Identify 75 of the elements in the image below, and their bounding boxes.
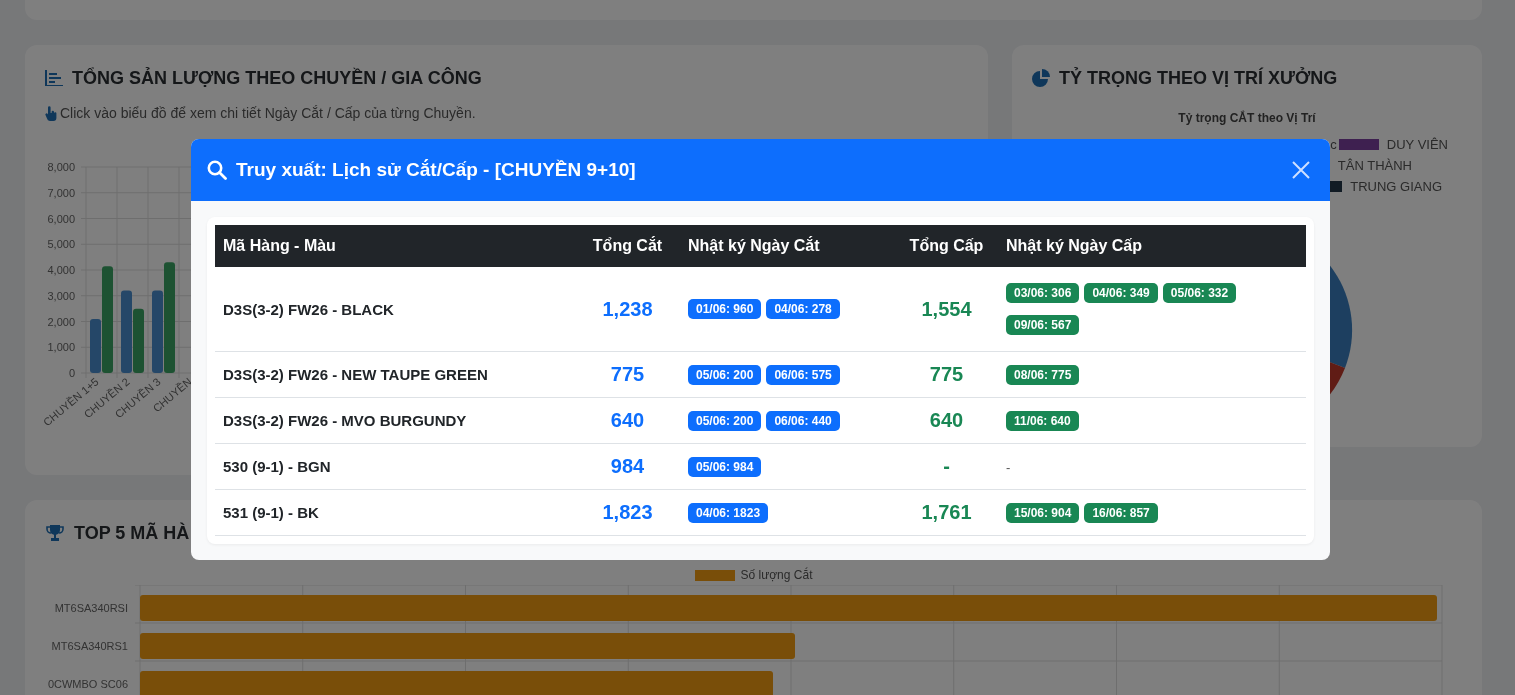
- empty-value: -: [1006, 459, 1011, 475]
- bar[interactable]: [152, 290, 163, 373]
- table-cell: -: [895, 443, 998, 490]
- axis-tick-label: 0: [68, 367, 75, 379]
- table-cell: 775: [895, 351, 998, 398]
- table-cell: 1,761: [895, 489, 998, 536]
- hint-text: Click vào biểu đồ để xem chi tiết Ngày Cắt / Cấp của từng Chuyền.: [60, 105, 476, 121]
- card-title: TOP 5 MÃ HÀ: [74, 522, 190, 544]
- bar[interactable]: [90, 318, 101, 373]
- legend-label: TRUNG GIANG: [1350, 179, 1442, 194]
- date-badge: 16/06: 857: [1084, 502, 1158, 523]
- axis-tick-label: 7,000: [47, 186, 75, 199]
- bar[interactable]: [102, 266, 113, 373]
- bar[interactable]: [121, 290, 132, 373]
- table-cell: 1,823: [575, 489, 680, 536]
- pie-chart-icon: [1032, 69, 1050, 87]
- column-header: Tổng Cấp: [895, 225, 998, 267]
- table-cell: D3S(3-2) FW26 - MVO BURGUNDY: [215, 397, 575, 444]
- bar[interactable]: [140, 595, 1437, 621]
- column-header: Mã Hàng - Màu: [215, 225, 575, 267]
- date-badge: 04/06: 278: [766, 299, 840, 319]
- date-badge: 05/06: 332: [1162, 283, 1237, 303]
- axis-tick-label: 4,000: [47, 264, 75, 276]
- table-cell: 775: [575, 351, 680, 398]
- trophy-icon: [45, 524, 65, 542]
- axis-tick-label: 6,000: [47, 212, 75, 225]
- date-badge: 06/06: 440: [766, 410, 840, 431]
- axis-tick-label: 2,000: [47, 315, 75, 328]
- axis-tick-label: 8,000: [47, 161, 75, 173]
- date-badge: 01/06: 960: [688, 299, 762, 319]
- axis-tick-label: 5,000: [47, 238, 75, 251]
- date-badge: 04/06: 349: [1084, 283, 1158, 303]
- date-badge: 04/06: 1823: [688, 502, 769, 523]
- bar[interactable]: [140, 633, 795, 659]
- column-header: Tổng Cắt: [575, 225, 680, 267]
- axis-category-label: MT6SA340RSI: [54, 602, 128, 614]
- column-header: Nhật ký Ngày Cắt: [680, 225, 895, 267]
- legend-swatch: [694, 569, 735, 581]
- date-badge: 09/06: 567: [1006, 315, 1080, 335]
- modal-title: Truy xuất: Lịch sử Cắt/Cấp - [CHUYỀN 9+10]: [236, 159, 636, 181]
- chart-title: Tỷ trọng CẮT theo Vị Trí: [1177, 111, 1317, 125]
- bar[interactable]: [164, 262, 175, 373]
- axis-category-label: MT6SA340RS1: [51, 640, 128, 652]
- search-icon: [207, 160, 227, 180]
- pointing-hand-icon: [45, 105, 57, 121]
- date-badge: 05/06: 984: [688, 456, 762, 477]
- date-badge: 15/06: 904: [1006, 502, 1080, 523]
- legend-label: DUY VIÊN: [1386, 137, 1448, 152]
- table-cell: 531 (9-1) - BK: [215, 489, 575, 536]
- table-cell: 530 (9-1) - BGN: [215, 443, 575, 490]
- card-title: TỶ TRỌNG THEO VỊ TRÍ XƯỞNG: [1059, 67, 1338, 89]
- legend-label: TÂN THÀNH: [1337, 158, 1412, 173]
- table-cell: 640: [895, 397, 998, 444]
- table-cell: 984: [575, 443, 680, 490]
- axis-tick-label: 1,000: [47, 341, 75, 354]
- date-badge: 03/06: 306: [1006, 283, 1080, 303]
- column-header: Nhật ký Ngày Cấp: [998, 225, 1306, 267]
- date-badge: 06/06: 575: [766, 364, 840, 385]
- table-cell: 1,238: [575, 267, 680, 352]
- axis-category-label: 0CWMBO SC06: [47, 678, 128, 690]
- table-cell: 640: [575, 397, 680, 444]
- bar[interactable]: [140, 671, 773, 695]
- date-badge: 11/06: 640: [1006, 410, 1079, 431]
- date-badge: 08/06: 775: [1006, 364, 1080, 385]
- legend-label: c: [1330, 137, 1337, 152]
- card-title: TỔNG SẢN LƯỢNG THEO CHUYỀN / GIA CÔNG: [72, 67, 482, 89]
- table-cell: D3S(3-2) FW26 - NEW TAUPE GREEN: [215, 351, 575, 398]
- date-badge: 05/06: 200: [688, 410, 762, 431]
- axis-tick-label: 3,000: [47, 289, 75, 302]
- date-badge: 05/06: 200: [688, 364, 762, 385]
- table-cell: D3S(3-2) FW26 - BLACK: [215, 267, 575, 352]
- bar-chart-icon: [45, 70, 63, 86]
- bar[interactable]: [133, 308, 144, 373]
- table-cell: 1,554: [895, 267, 998, 352]
- legend-label: Số lượng Cắt: [740, 568, 813, 582]
